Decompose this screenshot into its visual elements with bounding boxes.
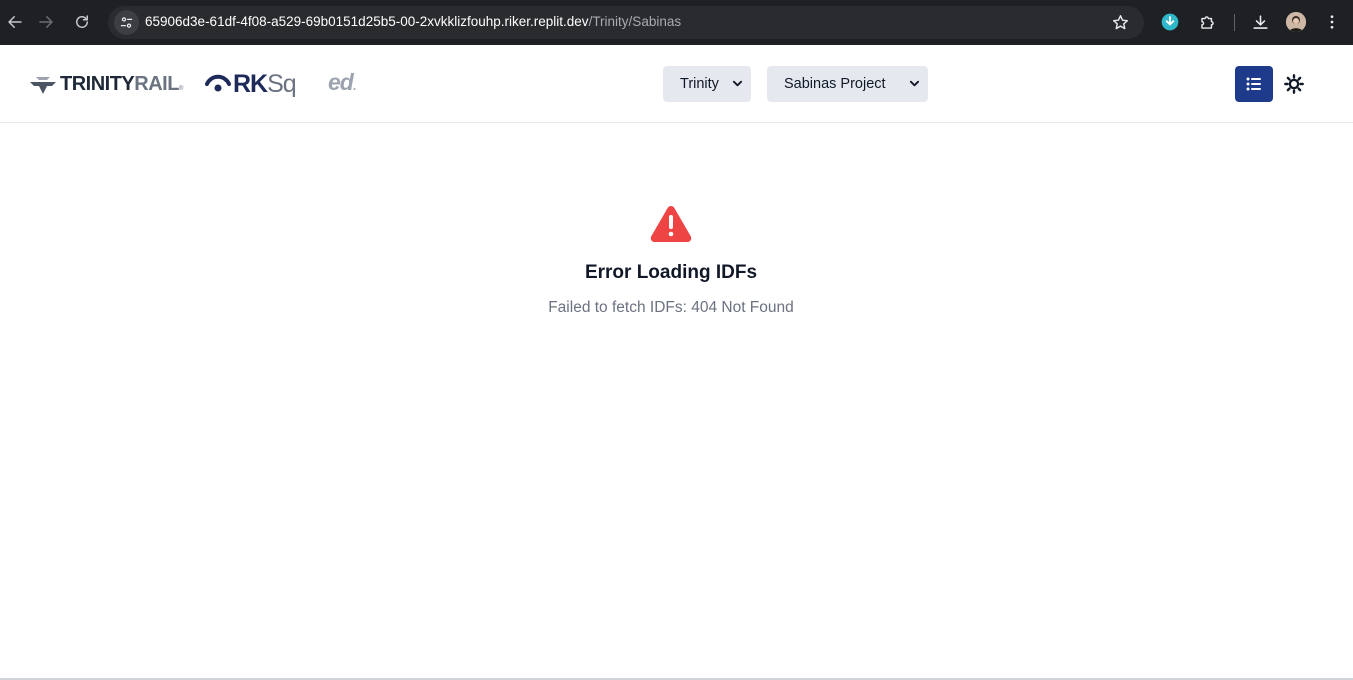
forward-arrow-icon bbox=[39, 16, 53, 28]
company-select[interactable]: Trinity bbox=[663, 66, 751, 102]
chevron-down-icon bbox=[732, 80, 743, 87]
rksq-signal-icon bbox=[205, 74, 231, 92]
ed-logo-text: ed bbox=[328, 69, 354, 95]
chevron-down-icon bbox=[909, 80, 920, 87]
rksq-logo-sq: Sq bbox=[267, 69, 297, 98]
back-button[interactable] bbox=[0, 7, 30, 37]
extension-download-button[interactable] bbox=[1159, 11, 1181, 33]
trademark-mark: ® bbox=[178, 86, 184, 92]
main-content: Error Loading IDFs Failed to fetch IDFs:… bbox=[0, 124, 1353, 679]
extensions-button[interactable] bbox=[1196, 11, 1218, 33]
trinity-logo-mark-icon bbox=[30, 77, 56, 94]
back-arrow-icon bbox=[8, 16, 22, 28]
site-settings-icon bbox=[120, 17, 133, 28]
more-menu-button[interactable] bbox=[1321, 11, 1343, 33]
address-bar[interactable]: 65906d3e-61df-4f08-a529-69b0151d25b5-00-… bbox=[108, 6, 1144, 39]
star-icon[interactable] bbox=[1111, 13, 1130, 32]
company-select-value: Trinity bbox=[680, 76, 719, 92]
extensions-puzzle-icon bbox=[1200, 15, 1214, 29]
reload-button[interactable] bbox=[67, 7, 97, 37]
rksq-logo: RK Sq bbox=[205, 69, 297, 99]
trinity-logo-text: TRINITYRAIL bbox=[60, 73, 179, 96]
profile-avatar-image bbox=[1286, 12, 1306, 32]
site-settings-button[interactable] bbox=[114, 10, 139, 35]
extension-download-icon bbox=[1161, 13, 1179, 31]
more-menu-icon bbox=[1330, 15, 1334, 29]
ed-logo: ed. bbox=[328, 69, 357, 96]
toolbar-separator bbox=[1234, 14, 1235, 31]
error-title: Error Loading IDFs bbox=[584, 262, 758, 283]
project-select-value: Sabinas Project bbox=[784, 76, 886, 92]
app-header: TRINITYRAIL ® RK Sq ed. Trinity Sabinas P… bbox=[0, 45, 1353, 123]
rail-logo-word: RAIL bbox=[134, 72, 179, 95]
sun-icon[interactable] bbox=[1283, 73, 1305, 95]
downloads-button[interactable] bbox=[1249, 11, 1271, 33]
url-path: /Trinity/Sabinas bbox=[588, 14, 682, 29]
forward-button[interactable] bbox=[31, 7, 61, 37]
reload-icon bbox=[76, 15, 88, 28]
warning-triangle-icon bbox=[650, 206, 692, 242]
trinity-logo-word: TRINITY bbox=[60, 72, 135, 95]
project-select[interactable]: Sabinas Project bbox=[767, 66, 928, 102]
url-host: 65906d3e-61df-4f08-a529-69b0151d25b5-00-… bbox=[145, 14, 589, 29]
list-icon bbox=[1246, 77, 1261, 91]
ed-logo-dot: . bbox=[352, 79, 357, 93]
rksq-logo-rk: RK bbox=[233, 69, 268, 98]
list-view-button[interactable] bbox=[1235, 66, 1273, 102]
browser-toolbar: 65906d3e-61df-4f08-a529-69b0151d25b5-00-… bbox=[0, 0, 1353, 45]
error-message: Failed to fetch IDFs: 404 Not Found bbox=[548, 299, 794, 316]
downloads-icon bbox=[1252, 14, 1268, 29]
profile-avatar[interactable] bbox=[1286, 12, 1306, 32]
url-text[interactable]: 65906d3e-61df-4f08-a529-69b0151d25b5-00-… bbox=[145, 14, 681, 29]
trinity-rail-logo: TRINITYRAIL ® bbox=[30, 72, 183, 96]
